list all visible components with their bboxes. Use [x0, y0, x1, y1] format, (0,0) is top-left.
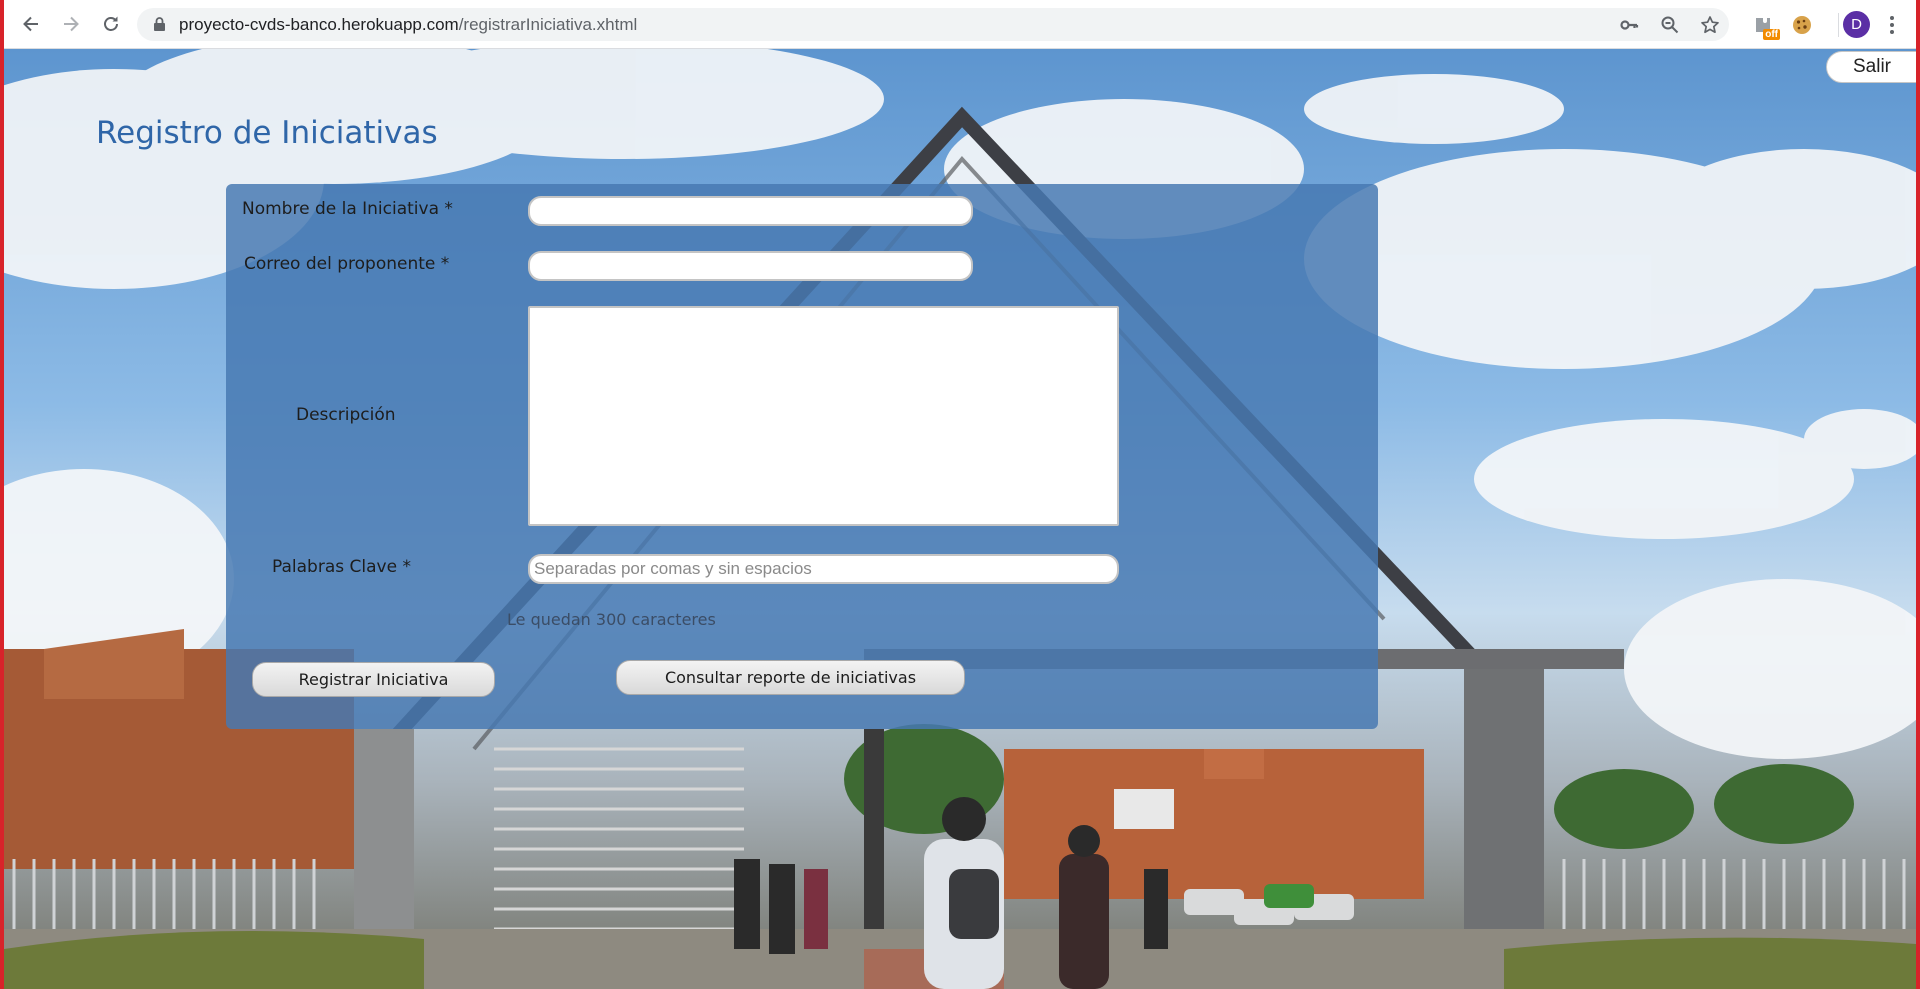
email-input[interactable]: [528, 251, 973, 281]
email-label: Correo del proponente *: [244, 254, 450, 274]
forward-button[interactable]: [56, 9, 86, 39]
key-icon[interactable]: [1618, 14, 1640, 36]
description-textarea[interactable]: [528, 306, 1119, 526]
cookie-extension-button[interactable]: [1787, 10, 1817, 40]
description-label: Descripción: [296, 405, 396, 425]
name-input[interactable]: [528, 196, 973, 226]
report-initiatives-button[interactable]: Consultar reporte de iniciativas: [616, 660, 965, 695]
browser-toolbar: proyecto-cvds-banco.herokuapp.com/regist…: [4, 0, 1916, 49]
page-content: Salir Registro de Iniciativas Nombre de …: [4, 49, 1916, 989]
browser-window: proyecto-cvds-banco.herokuapp.com/regist…: [0, 0, 1920, 989]
address-bar[interactable]: proyecto-cvds-banco.herokuapp.com/regist…: [137, 8, 1729, 41]
url-path: /registrarIniciativa.xhtml: [458, 15, 638, 34]
reload-button[interactable]: [96, 9, 126, 39]
name-label: Nombre de la Iniciativa *: [242, 199, 453, 219]
cookie-icon: [1793, 16, 1811, 34]
star-icon[interactable]: [1699, 14, 1721, 36]
extension-button[interactable]: off: [1748, 10, 1780, 40]
profile-avatar[interactable]: D: [1843, 11, 1870, 38]
toolbar-separator: [1838, 13, 1839, 37]
page-title: Registro de Iniciativas: [96, 115, 438, 151]
url-text: proyecto-cvds-banco.herokuapp.com/regist…: [179, 14, 637, 35]
forward-icon: [64, 16, 79, 32]
back-button[interactable]: [16, 9, 46, 39]
url-host: proyecto-cvds-banco.herokuapp.com: [179, 15, 459, 34]
register-initiative-button[interactable]: Registrar Iniciativa: [252, 662, 495, 697]
zoom-icon[interactable]: [1659, 14, 1681, 36]
back-icon: [23, 16, 38, 32]
lock-icon: [154, 17, 165, 31]
keywords-label: Palabras Clave *: [272, 557, 411, 577]
reload-icon: [104, 16, 118, 31]
character-counter: Le quedan 300 caracteres: [507, 610, 716, 629]
form-panel: Nombre de la Iniciativa * Correo del pro…: [226, 184, 1378, 729]
extension-off-badge: off: [1763, 29, 1780, 40]
menu-icon[interactable]: [1884, 11, 1900, 39]
keywords-input[interactable]: [528, 554, 1119, 584]
logout-button[interactable]: Salir: [1826, 51, 1916, 83]
